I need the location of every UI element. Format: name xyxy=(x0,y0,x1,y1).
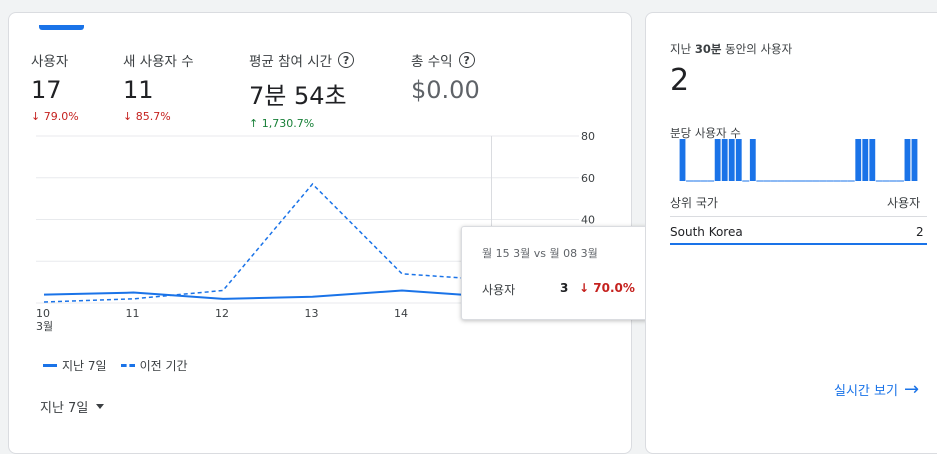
tooltip-value: 3 xyxy=(560,281,569,295)
x-tick-label: 11 xyxy=(126,307,140,320)
chart-legend: 지난 7일 이전 기간 xyxy=(43,357,188,374)
date-range-label: 지난 7일 xyxy=(40,401,89,416)
users-header: 사용자 xyxy=(887,196,921,210)
x-tick-label: 12 xyxy=(215,307,229,320)
legend-label: 지난 7일 xyxy=(62,359,107,373)
view-realtime-link[interactable]: 실시간 보기 → xyxy=(834,379,919,400)
tooltip-header: 월 15 3월 vs 월 08 3월 xyxy=(482,247,598,260)
minute-bar[interactable] xyxy=(714,139,721,181)
minute-bar[interactable] xyxy=(735,139,742,181)
x-tick-label: 14 xyxy=(394,307,408,320)
legend-label: 이전 기간 xyxy=(139,359,188,373)
per-minute-bar-chart xyxy=(679,139,918,182)
minute-bar[interactable] xyxy=(869,139,876,181)
country-row-value: 2 xyxy=(916,225,924,239)
minute-bar[interactable] xyxy=(721,139,728,181)
arrow-right-icon: → xyxy=(903,379,920,400)
minute-bar[interactable] xyxy=(911,139,918,181)
legend-swatch-solid xyxy=(43,364,57,367)
chart-tooltip: 월 15 3월 vs 월 08 3월 사용자 3 ↓ 70.0% xyxy=(461,226,649,320)
arrow-down-icon: ↓ xyxy=(579,281,590,295)
tooltip-label: 사용자 xyxy=(482,283,516,297)
divider xyxy=(670,216,927,217)
x-tick-label: 13 xyxy=(305,307,319,320)
country-header: 상위 국가 xyxy=(670,196,718,210)
y-tick-label: 80 xyxy=(581,130,595,143)
x-tick-sub-label: 3월 xyxy=(36,320,53,333)
country-row-name[interactable]: South Korea xyxy=(670,225,743,239)
x-tick-label: 10 xyxy=(36,307,50,320)
date-range-dropdown[interactable]: 지난 7일 xyxy=(40,397,105,416)
minute-bar[interactable] xyxy=(728,139,735,181)
minute-bar[interactable] xyxy=(749,139,756,181)
y-tick-label: 40 xyxy=(581,214,595,227)
dropdown-caret-icon xyxy=(96,404,105,409)
legend-swatch-dashed xyxy=(120,364,135,367)
y-tick-label: 60 xyxy=(581,172,595,185)
minute-bar[interactable] xyxy=(855,139,862,181)
minute-bar[interactable] xyxy=(679,139,686,181)
country-row-bar xyxy=(670,243,927,245)
realtime-card: 지난 30분 동안의 사용자 2 분당 사용자 수 상위 국가 사용자 Sout… xyxy=(645,12,937,454)
minute-bar[interactable] xyxy=(904,139,911,181)
tooltip-change: ↓ 70.0% xyxy=(579,281,635,295)
legend-item-previous[interactable]: 이전 기간 xyxy=(120,357,188,374)
legend-item-current[interactable]: 지난 7일 xyxy=(43,357,107,374)
minute-bar[interactable] xyxy=(862,139,869,181)
